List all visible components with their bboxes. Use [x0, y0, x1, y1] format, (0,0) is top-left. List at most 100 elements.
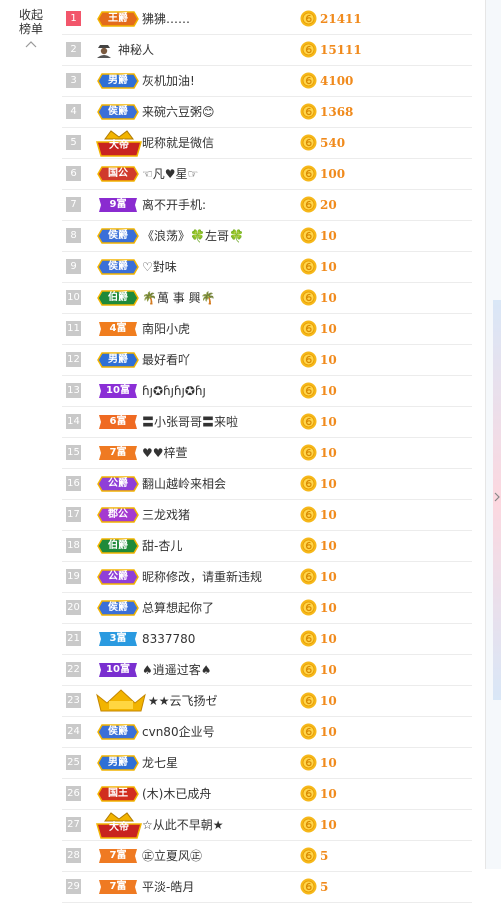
user-name[interactable]: 🌴萬 事 興🌴	[142, 283, 216, 313]
contribution-score: 10	[320, 508, 337, 522]
user-name[interactable]: ♥♥梓萱	[142, 438, 188, 468]
golden-crown-badge-icon	[95, 687, 146, 715]
rank-number: 8	[66, 228, 81, 243]
leaderboard-row[interactable]: 10 伯爵 🌴萬 事 興🌴 10	[62, 283, 472, 314]
contribution-score: 100	[320, 167, 346, 181]
user-name[interactable]: ♡對味	[142, 252, 177, 282]
leaderboard-row[interactable]: 18 伯爵 甜-杏儿 10	[62, 531, 472, 562]
rank-badge: 7富	[97, 847, 139, 865]
user-name[interactable]: ☜凡♥星☞	[142, 159, 198, 189]
leaderboard-row[interactable]: 21 3富 8337780 10	[62, 624, 472, 655]
contribution-score: 10	[320, 322, 337, 336]
gold-coin-icon	[300, 10, 317, 27]
user-name[interactable]: 狒狒……	[142, 4, 190, 34]
user-name[interactable]: 甜-杏儿	[142, 531, 182, 561]
leaderboard-row[interactable]: 26 国王 (木)木已成舟 10	[62, 779, 472, 810]
contribution-score: 10	[320, 818, 337, 832]
contribution-score: 5	[320, 849, 329, 863]
leaderboard-row[interactable]: 1 王爵 狒狒…… 21411	[62, 4, 472, 35]
leaderboard-row[interactable]: 6 国公 ☜凡♥星☞ 100	[62, 159, 472, 190]
rank-badge: 男爵	[97, 72, 139, 90]
user-name[interactable]: cvn80企业号	[142, 717, 215, 747]
gold-coin-icon	[300, 599, 317, 616]
rank-badge: 10富	[97, 661, 139, 679]
leaderboard-row[interactable]: 15 7富 ♥♥梓萱 10	[62, 438, 472, 469]
rank-badge: 7富	[97, 444, 139, 462]
contribution-score: 10	[320, 787, 337, 801]
user-name[interactable]: 翻山越岭来相会	[142, 469, 226, 499]
rank-badge: 侯爵	[97, 723, 139, 741]
leaderboard-list: 1 王爵 狒狒…… 21411 2 神秘人 15111 3 男爵 灰机加油! 4100 4 侯爵 来碗六豆…	[62, 4, 472, 903]
contribution-score: 5	[320, 880, 329, 894]
leaderboard-row[interactable]: 17 郡公 三龙戏猪 10	[62, 500, 472, 531]
user-name[interactable]: 昵称修改，请重新违规	[142, 562, 262, 592]
contribution-score: 10	[320, 384, 337, 398]
rank-number: 11	[66, 321, 81, 336]
rank-number: 4	[66, 104, 81, 119]
leaderboard-row[interactable]: 24 侯爵 cvn80企业号 10	[62, 717, 472, 748]
leaderboard-row[interactable]: 11 4富 南阳小虎 10	[62, 314, 472, 345]
leaderboard-row[interactable]: 20 侯爵 总算想起你了 10	[62, 593, 472, 624]
user-name[interactable]: 龙七星	[142, 748, 178, 778]
user-name[interactable]: 三龙戏猪	[142, 500, 190, 530]
leaderboard-row[interactable]: 7 9富 离不开手机: 20	[62, 190, 472, 221]
user-name[interactable]: 神秘人	[118, 35, 154, 65]
gold-coin-icon	[300, 475, 317, 492]
gold-coin-icon	[300, 227, 317, 244]
collapse-leaderboard-button[interactable]: 收起榜单	[14, 8, 48, 48]
gold-coin-icon	[300, 134, 317, 151]
badge-label: 公爵	[108, 571, 128, 582]
leaderboard-row[interactable]: 9 侯爵 ♡對味 10	[62, 252, 472, 283]
gold-coin-icon	[300, 196, 317, 213]
leaderboard-row[interactable]: 22 10富 ♠逍遥过客♠ 10	[62, 655, 472, 686]
user-name[interactable]: 离不开手机:	[142, 190, 206, 220]
leaderboard-row[interactable]: 8 侯爵 《浪荡》🍀左哥🍀 10	[62, 221, 472, 252]
rank-badge: 男爵	[97, 754, 139, 772]
user-name[interactable]: 南阳小虎	[142, 314, 190, 344]
contribution-score: 10	[320, 415, 337, 429]
leaderboard-row[interactable]: 2 神秘人 15111	[62, 35, 472, 66]
contribution-score: 1368	[320, 105, 354, 119]
user-name[interactable]: ♠逍遥过客♠	[142, 655, 212, 685]
leaderboard-row[interactable]: 23 ★★云飞扬ゼ 10	[62, 686, 472, 717]
rank-number: 21	[66, 631, 81, 646]
leaderboard-row[interactable]: 5 大帝 昵称就是微信 540	[62, 128, 472, 159]
badge-label: 伯爵	[108, 540, 128, 551]
leaderboard-row[interactable]: 25 男爵 龙七星 10	[62, 748, 472, 779]
user-name[interactable]: 总算想起你了	[142, 593, 214, 623]
leaderboard-row[interactable]: 3 男爵 灰机加油! 4100	[62, 66, 472, 97]
user-name[interactable]: 来碗六豆粥😊	[142, 97, 215, 127]
leaderboard-row[interactable]: 16 公爵 翻山越岭来相会 10	[62, 469, 472, 500]
leaderboard-row[interactable]: 12 男爵 最好看吖 10	[62, 345, 472, 376]
gold-coin-icon	[300, 351, 317, 368]
rank-badge: 4富	[97, 320, 139, 338]
user-name[interactable]: ☆从此不早朝★	[142, 810, 224, 840]
leaderboard-row[interactable]: 29 7富 平淡-皓月 5	[62, 872, 472, 903]
user-name[interactable]: 平淡-皓月	[142, 872, 194, 902]
user-name[interactable]: ㊣立夏风㊣	[142, 841, 202, 871]
leaderboard-row[interactable]: 13 10富 ɦȷ✪ɦȷɦȷ✪ɦȷ 10	[62, 376, 472, 407]
contribution-score: 10	[320, 260, 337, 274]
leaderboard-row[interactable]: 4 侯爵 来碗六豆粥😊 1368	[62, 97, 472, 128]
chevron-right-icon[interactable]	[494, 492, 500, 502]
gold-coin-icon	[300, 72, 317, 89]
chevron-up-icon	[25, 41, 37, 48]
user-name[interactable]: 灰机加油!	[142, 66, 195, 96]
contribution-score: 10	[320, 632, 337, 646]
user-name[interactable]: ɦȷ✪ɦȷɦȷ✪ɦȷ	[142, 376, 206, 406]
leaderboard-row[interactable]: 28 7富 ㊣立夏风㊣ 5	[62, 841, 472, 872]
user-name[interactable]: 8337780	[142, 624, 195, 654]
leaderboard-row[interactable]: 14 6富 〓小张哥哥〓来啦 10	[62, 407, 472, 438]
rank-number: 18	[66, 538, 81, 553]
leaderboard-row[interactable]: 19 公爵 昵称修改，请重新违规 10	[62, 562, 472, 593]
user-name[interactable]: 昵称就是微信	[142, 128, 214, 158]
user-name[interactable]: 最好看吖	[142, 345, 190, 375]
rank-number: 3	[66, 73, 81, 88]
user-name[interactable]: 《浪荡》🍀左哥🍀	[142, 221, 244, 251]
user-name[interactable]: ★★云飞扬ゼ	[148, 686, 218, 716]
user-name[interactable]: (木)木已成舟	[142, 779, 211, 809]
contribution-score: 10	[320, 694, 337, 708]
badge-label: 侯爵	[108, 726, 128, 737]
user-name[interactable]: 〓小张哥哥〓来啦	[142, 407, 238, 437]
leaderboard-row[interactable]: 27 大帝 ☆从此不早朝★ 10	[62, 810, 472, 841]
